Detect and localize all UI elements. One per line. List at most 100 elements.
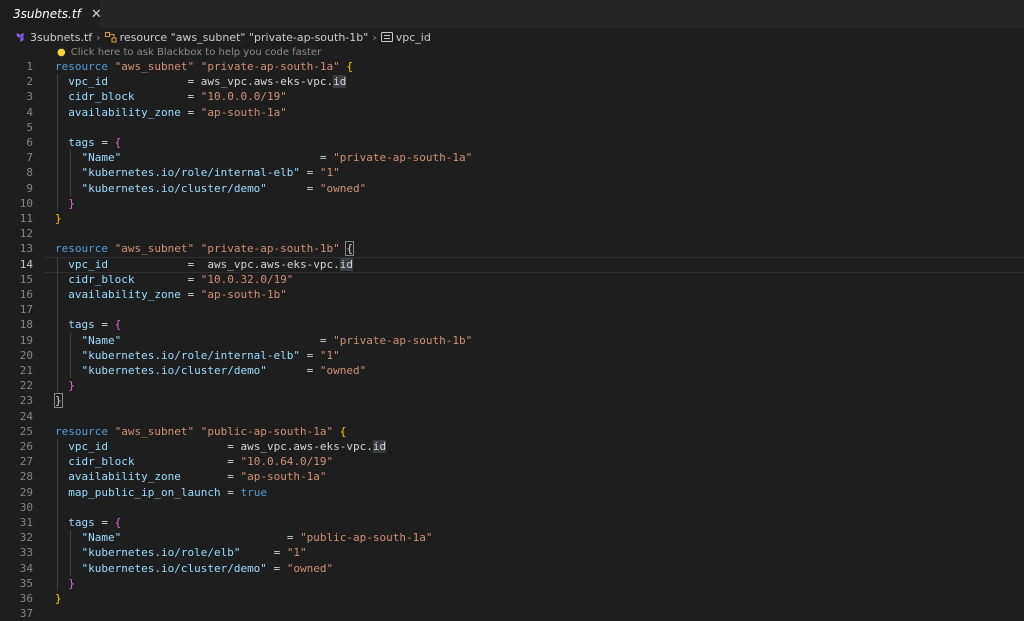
code-token: }	[55, 592, 62, 605]
code-token: =	[134, 455, 241, 469]
code-line[interactable]: 19 "Name" = "private-ap-south-1b"	[0, 333, 1024, 348]
line-number: 26	[19, 440, 33, 453]
code-token: {	[345, 241, 354, 257]
code-line[interactable]: 15 cidr_block = "10.0.32.0/19"	[0, 272, 1024, 287]
line-number: 28	[19, 470, 33, 484]
line-number: 4	[26, 105, 33, 119]
code-token: "kubernetes.io/role/elb"	[81, 546, 241, 560]
code-token: "1"	[319, 166, 340, 180]
indent-guide	[70, 530, 72, 576]
code-line[interactable]: 26 vpc_id = aws_vpc.aws-eks-vpc.id	[0, 439, 1024, 454]
code-token: tags	[68, 516, 95, 529]
code-line[interactable]: 20 "kubernetes.io/role/internal-elb" = "…	[0, 348, 1024, 363]
lightbulb-icon: ●	[57, 47, 66, 58]
code-token: tags	[68, 136, 95, 149]
code-line[interactable]: 4 availability_zone = "ap-south-1a"	[0, 105, 1024, 120]
code-line[interactable]: 6 tags = {	[0, 135, 1024, 150]
line-number: 32	[19, 531, 33, 545]
code-line[interactable]: 18 tags = {	[0, 317, 1024, 332]
code-token: =	[134, 272, 201, 286]
field-icon	[380, 32, 393, 42]
code-token: "private-ap-south-1b"	[333, 333, 473, 347]
code-token: id	[372, 440, 387, 453]
code-token: {	[114, 516, 122, 529]
code-line[interactable]: 17	[0, 302, 1024, 317]
code-line[interactable]: 35 }	[0, 576, 1024, 591]
code-line[interactable]: 28 availability_zone = "ap-south-1a"	[0, 469, 1024, 484]
line-number: 34	[19, 561, 33, 575]
code-line[interactable]: 25 resource "aws_subnet" "public-ap-south…	[0, 424, 1024, 439]
line-number: 10	[19, 196, 33, 210]
indent-guide	[70, 150, 72, 196]
code-line[interactable]: 31 tags = {	[0, 515, 1024, 530]
breadcrumb-file[interactable]: 3subnets.tf	[16, 31, 92, 44]
code-token: }	[68, 379, 75, 393]
code-line[interactable]: 10 }	[0, 196, 1024, 211]
code-line[interactable]: 21 "kubernetes.io/cluster/demo" = "owned…	[0, 363, 1024, 378]
code-line[interactable]: 23}	[0, 393, 1024, 409]
line-number: 6	[26, 136, 33, 149]
code-token: resource	[55, 424, 115, 438]
code-text: }	[54, 393, 63, 409]
code-line[interactable]: 29 map_public_ip_on_launch = true	[0, 485, 1024, 500]
code-token: "kubernetes.io/role/internal-elb"	[81, 166, 301, 180]
code-line[interactable]: 32 "Name" = "public-ap-south-1a"	[0, 530, 1024, 545]
line-number: 24	[19, 409, 33, 423]
code-token: }	[68, 196, 75, 210]
code-text: "kubernetes.io/cluster/demo" = "owned"	[55, 181, 367, 196]
code-line[interactable]: 16 availability_zone = "ap-south-1b"	[0, 287, 1024, 302]
code-token: {	[339, 424, 347, 438]
code-line[interactable]: 1 resource "aws_subnet" "private-ap-south…	[0, 59, 1024, 74]
code-token: "10.0.64.0/19"	[240, 455, 334, 469]
code-line[interactable]: 3 cidr_block = "10.0.0.0/19"	[0, 89, 1024, 104]
code-line[interactable]: 9 "kubernetes.io/cluster/demo" = "owned"	[0, 181, 1024, 196]
code-token: =	[300, 166, 320, 180]
code-line[interactable]: 34 "kubernetes.io/cluster/demo" = "owned…	[0, 561, 1024, 576]
breadcrumb-field[interactable]: vpc_id	[380, 31, 431, 44]
code-text: map_public_ip_on_launch = true	[55, 485, 267, 500]
code-token: "10.0.32.0/19"	[200, 272, 294, 286]
code-line[interactable]: 8 "kubernetes.io/role/internal-elb" = "1…	[0, 165, 1024, 180]
code-text: "Name" = "private-ap-south-1a"	[55, 150, 473, 165]
line-number: 19	[19, 333, 33, 347]
close-icon[interactable]: ✕	[91, 7, 102, 22]
code-token: =	[180, 105, 201, 119]
blackbox-hint[interactable]: ● Click here to ask Blackbox to help you…	[57, 45, 321, 60]
code-line[interactable]: 11}	[0, 211, 1024, 226]
code-line[interactable]: 14 vpc_id = aws_vpc.aws-eks-vpc.id	[0, 256, 1024, 273]
code-token: =	[266, 364, 320, 377]
code-token: =	[180, 288, 201, 301]
code-line[interactable]: 24	[0, 409, 1024, 424]
line-number: 35	[19, 576, 33, 590]
tab-3subnets-tf[interactable]: 3subnets.tf ✕	[0, 0, 102, 28]
code-line[interactable]: 30	[0, 500, 1024, 515]
line-number: 22	[19, 379, 33, 393]
code-token: vpc_id	[68, 440, 108, 453]
code-token: "private-ap-south-1a"	[333, 151, 473, 165]
code-line[interactable]: 12	[0, 226, 1024, 241]
code-text: cidr_block = "10.0.32.0/19"	[55, 272, 293, 287]
code-line[interactable]: 22 }	[0, 378, 1024, 393]
code-token: aws_vpc.aws-eks-vpc.	[207, 257, 340, 271]
code-token: "Name"	[81, 333, 122, 347]
code-line[interactable]: 13 resource "aws_subnet" "private-ap-sout…	[0, 241, 1024, 257]
code-token: {	[114, 318, 122, 332]
code-token: }	[55, 212, 62, 225]
code-line[interactable]: 7 "Name" = "private-ap-south-1a"	[0, 150, 1024, 165]
code-line[interactable]: 33 "kubernetes.io/role/elb" = "1"	[0, 545, 1024, 560]
code-line[interactable]: 27 cidr_block = "10.0.64.0/19"	[0, 454, 1024, 469]
code-text: vpc_id = aws_vpc.aws-eks-vpc.id	[55, 439, 387, 454]
code-line[interactable]: 37	[0, 606, 1024, 621]
code-line[interactable]: 5	[0, 120, 1024, 135]
code-token: "ap-south-1a"	[240, 470, 327, 484]
code-line[interactable]: 2 vpc_id = aws_vpc.aws-eks-vpc.id	[0, 74, 1024, 89]
code-line[interactable]: 36}	[0, 591, 1024, 606]
code-token: "owned"	[286, 561, 334, 575]
breadcrumb-resource[interactable]: resource "aws_subnet" "private-ap-south-…	[104, 31, 368, 44]
code-token: =	[108, 440, 241, 453]
code-editor[interactable]: 1 resource "aws_subnet" "private-ap-south…	[0, 59, 1024, 620]
